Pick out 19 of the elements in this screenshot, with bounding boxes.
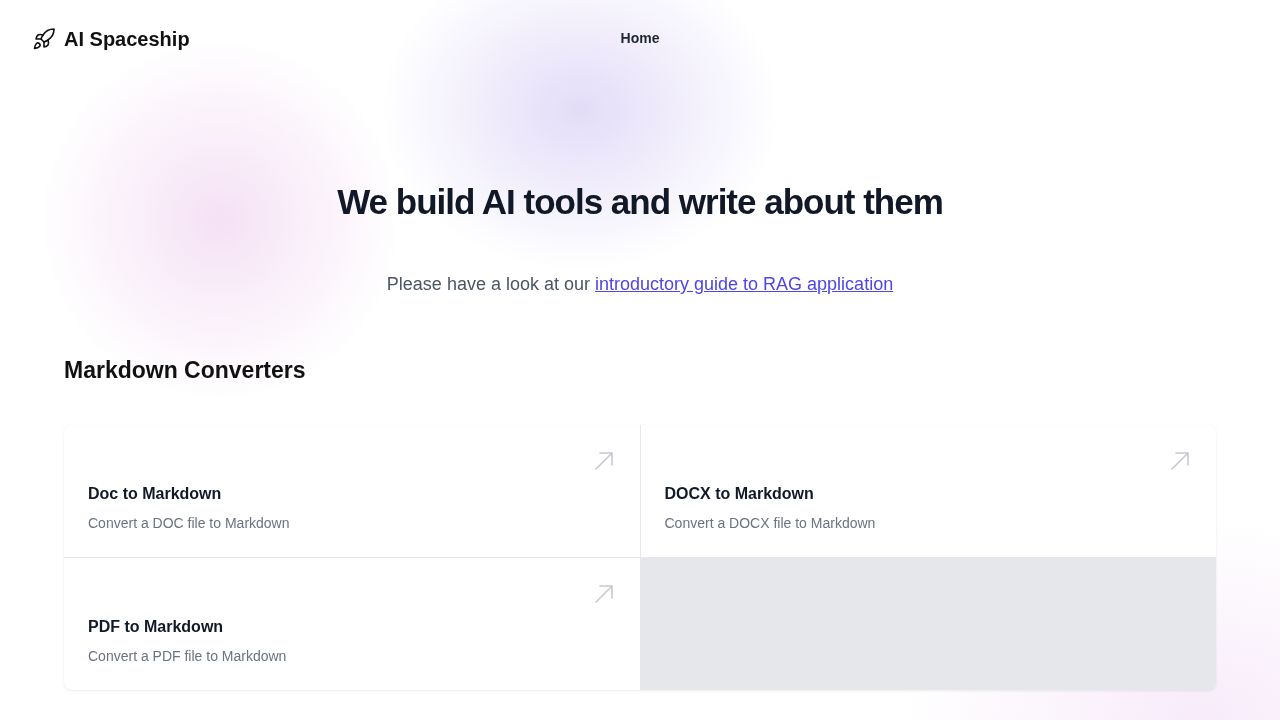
arrow-up-right-icon — [593, 584, 614, 604]
guide-link[interactable]: introductory guide to RAG application — [595, 274, 894, 294]
card-title: PDF to Markdown — [88, 618, 225, 636]
rocket-icon — [32, 27, 56, 51]
intro-text: Please have a look at our introductory guide to RAG application — [386, 274, 894, 295]
arrow-up-right-icon — [1170, 451, 1190, 471]
card-description: Convert a PDF file to Markdown — [88, 648, 288, 664]
card-description: Convert a DOC file to Markdown — [88, 515, 291, 531]
card-title: Doc to Markdown — [88, 485, 223, 503]
section-title: Markdown Converters — [64, 357, 307, 384]
card-title: DOCX to Markdown — [664, 485, 815, 503]
converter-card[interactable]: Doc to Markdown Convert a DOC file to Markdown — [64, 425, 640, 557]
hero-title: We build AI tools and write about them — [337, 182, 943, 222]
nav-link[interactable]: Home — [620, 30, 660, 46]
card-description: Convert a DOCX file to Markdown — [664, 515, 877, 531]
arrow-up-right-icon — [593, 451, 614, 471]
converter-card[interactable]: PDF to Markdown Convert a PDF file to Markdown — [64, 558, 640, 690]
brand-name[interactable]: AI Spaceship — [64, 27, 190, 51]
converter-card[interactable]: DOCX to Markdown Convert a DOCX file to Markdown — [640, 425, 1216, 557]
